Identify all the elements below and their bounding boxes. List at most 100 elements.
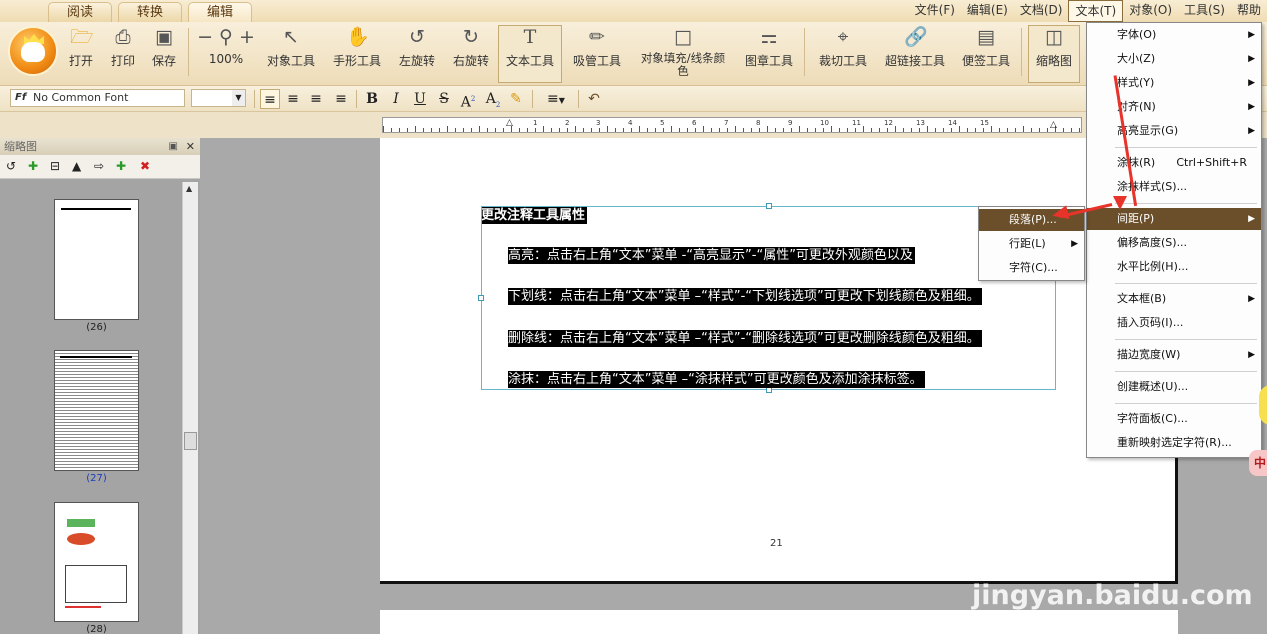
chevron-down-icon[interactable]: ▼ — [232, 90, 245, 106]
stamp-tool-button[interactable]: ⚎ 图章工具 — [742, 26, 796, 80]
resize-handle[interactable] — [478, 295, 484, 301]
strikethrough-icon[interactable]: S — [434, 89, 454, 109]
indent-marker-icon[interactable]: △ — [506, 118, 513, 128]
ruler-tick — [1071, 128, 1072, 132]
zoom-control[interactable]: − ⚲ + 100% — [194, 26, 258, 80]
tab-convert[interactable]: 转换 — [118, 2, 183, 22]
menu-item-baseline-offset[interactable]: 偏移高度(S)... — [1087, 232, 1261, 254]
page-thumbnail[interactable] — [54, 199, 139, 320]
subscript-icon[interactable]: A2 — [483, 89, 503, 109]
redact-line[interactable]: 涂抹：点击右上角“文本”菜单 –“涂抹样式”可更改颜色及添加涂抹标签。 — [508, 371, 925, 388]
menu-item-redact[interactable]: 涂抹(R) Ctrl+Shift+R — [1087, 152, 1261, 174]
tab-read[interactable]: 阅读 — [48, 2, 113, 22]
menu-item-character-panel[interactable]: 字符面板(C)... — [1087, 408, 1261, 430]
page-thumbnail-selected[interactable] — [54, 350, 139, 471]
ruler-tick — [823, 128, 824, 132]
superscript-icon[interactable]: A2 — [458, 89, 478, 111]
resize-handle[interactable] — [766, 203, 772, 209]
ruler-tick — [615, 128, 616, 132]
app-logo[interactable] — [8, 26, 58, 76]
menu-item-redact-style[interactable]: 涂抹样式(S)... — [1087, 176, 1261, 198]
eyedropper-button[interactable]: ✏ 吸管工具 — [570, 26, 624, 80]
side-widget[interactable] — [1259, 385, 1267, 425]
hyperlink-tool-button[interactable]: 🔗 超链接工具 — [882, 26, 948, 80]
ruler-tick — [1039, 128, 1040, 132]
menu-item-insert-page-number[interactable]: 插入页码(I)... — [1087, 312, 1261, 334]
tab-edit[interactable]: 编辑 — [188, 2, 253, 22]
menu-help[interactable]: 帮助 — [1231, 0, 1267, 22]
menu-item-font[interactable]: 字体(O) ▶ — [1087, 24, 1261, 46]
ruler-tick — [943, 128, 944, 132]
undo-icon[interactable]: ↶ — [584, 89, 604, 109]
align-right-icon[interactable]: ≡ — [306, 89, 326, 109]
menu-item-highlight[interactable]: 高亮显示(G) ▶ — [1087, 120, 1261, 142]
submenu-item-line-spacing[interactable]: 行距(L) ▶ — [979, 233, 1084, 255]
right-indent-marker-icon[interactable]: △ — [1050, 120, 1057, 130]
menu-item-text-box[interactable]: 文本框(B) ▶ — [1087, 288, 1261, 310]
ruler-tick — [583, 128, 584, 132]
align-justify-icon[interactable]: ≡ — [331, 89, 351, 109]
zoom-icon: − ⚲ + — [197, 26, 255, 48]
font-name-field[interactable]: Ff No Common Font — [10, 89, 185, 107]
submenu-item-character[interactable]: 字符(C)... — [979, 257, 1084, 279]
rotate-right-button[interactable]: ↻ 右旋转 — [450, 26, 492, 80]
rotate-icon[interactable]: ↺ — [6, 159, 16, 173]
fill-line-color-button[interactable]: □ 对象填充/线条颜色 — [636, 26, 730, 80]
hand-tool-button[interactable]: ✋ 手形工具 — [330, 26, 384, 80]
horizontal-ruler[interactable]: 1 2 3 4 5 6 7 8 9 10 11 12 13 14 15 △ △ — [382, 117, 1082, 133]
pin-icon[interactable]: ▣ — [169, 138, 178, 155]
bold-icon[interactable]: B — [362, 89, 382, 109]
ruler-tick — [879, 128, 880, 132]
menu-item-create-outline[interactable]: 创建概述(U)... — [1087, 376, 1261, 398]
color-square-icon: □ — [674, 26, 692, 48]
scroll-up-icon[interactable]: ▲ — [186, 184, 192, 193]
add-page-icon[interactable]: ✚ — [28, 159, 38, 173]
menu-item-size[interactable]: 大小(Z) ▶ — [1087, 48, 1261, 70]
menu-item-stroke-width[interactable]: 描边宽度(W) ▶ — [1087, 344, 1261, 366]
insert-page-icon[interactable]: ⊟ — [50, 159, 60, 173]
thumbnail-button[interactable]: ◫ 缩略图 — [1028, 25, 1080, 83]
close-icon[interactable]: ✕ — [186, 138, 195, 155]
object-tool-button[interactable]: ↖ 对象工具 — [264, 26, 318, 80]
menu-document[interactable]: 文档(D) — [1014, 0, 1069, 22]
menu-object[interactable]: 对象(O) — [1123, 0, 1178, 22]
ruler-tick — [487, 128, 488, 132]
print-button[interactable]: ⎙ 打印 — [106, 26, 140, 80]
note-tool-button[interactable]: ▤ 便签工具 — [958, 26, 1014, 80]
ruler-tick — [887, 128, 888, 132]
extract-page-icon[interactable]: ▲ — [72, 159, 81, 173]
scroll-thumb[interactable] — [184, 432, 197, 450]
highlighter-icon[interactable]: ✎ — [506, 89, 526, 109]
page-thumbnail[interactable] — [54, 502, 139, 622]
menu-tools[interactable]: 工具(S) — [1178, 0, 1231, 22]
font-size-select[interactable]: ▼ — [191, 89, 246, 107]
underline-line[interactable]: 下划线：点击右上角“文本”菜单 –“样式”-“下划线选项”可更改下划线颜色及粗细… — [508, 288, 982, 305]
text-tool-button[interactable]: T 文本工具 — [498, 25, 562, 83]
split-page-icon[interactable]: ✚ — [116, 159, 126, 173]
open-button[interactable]: 🗁 打开 — [64, 26, 98, 80]
rotate-left-button[interactable]: ↺ 左旋转 — [396, 26, 438, 80]
save-button[interactable]: ▣ 保存 — [147, 26, 181, 80]
strikethrough-line[interactable]: 删除线：点击右上角“文本”菜单 –“样式”-“删除线选项”可更改删除线颜色及粗细… — [508, 330, 982, 347]
menu-edit[interactable]: 编辑(E) — [961, 0, 1014, 22]
replace-page-icon[interactable]: ⇨ — [94, 159, 104, 173]
ruler-tick — [991, 126, 992, 132]
delete-page-icon[interactable]: ✖ — [140, 159, 150, 173]
menu-file[interactable]: 文件(F) — [909, 0, 961, 22]
align-left-icon[interactable]: ≡ — [260, 89, 280, 109]
underline-icon[interactable]: U — [410, 89, 430, 109]
menu-item-align[interactable]: 对齐(N) ▶ — [1087, 96, 1261, 118]
menu-item-horizontal-scale[interactable]: 水平比例(H)... — [1087, 256, 1261, 278]
highlight-line[interactable]: 高亮：点击右上角“文本”菜单 -“高亮显示”-“属性”可更改外观颜色以及 — [508, 247, 915, 264]
crop-tool-button[interactable]: ⌖ 裁切工具 — [816, 26, 870, 80]
menu-item-remap-characters[interactable]: 重新映射选定字符(R)... — [1087, 432, 1261, 454]
menu-text[interactable]: 文本(T) — [1068, 0, 1124, 22]
ime-badge[interactable]: 中 — [1249, 450, 1267, 476]
ruler-tick — [727, 128, 728, 132]
thumbnail-scrollbar[interactable]: ▲ — [182, 182, 198, 634]
align-center-icon[interactable]: ≡ — [283, 89, 303, 109]
menu-item-spacing[interactable]: 间距(P) ▶ — [1087, 208, 1261, 230]
rotate-left-icon: ↺ — [409, 26, 425, 48]
italic-icon[interactable]: I — [386, 89, 406, 109]
line-spacing-icon[interactable]: ≡▼ — [540, 89, 572, 109]
